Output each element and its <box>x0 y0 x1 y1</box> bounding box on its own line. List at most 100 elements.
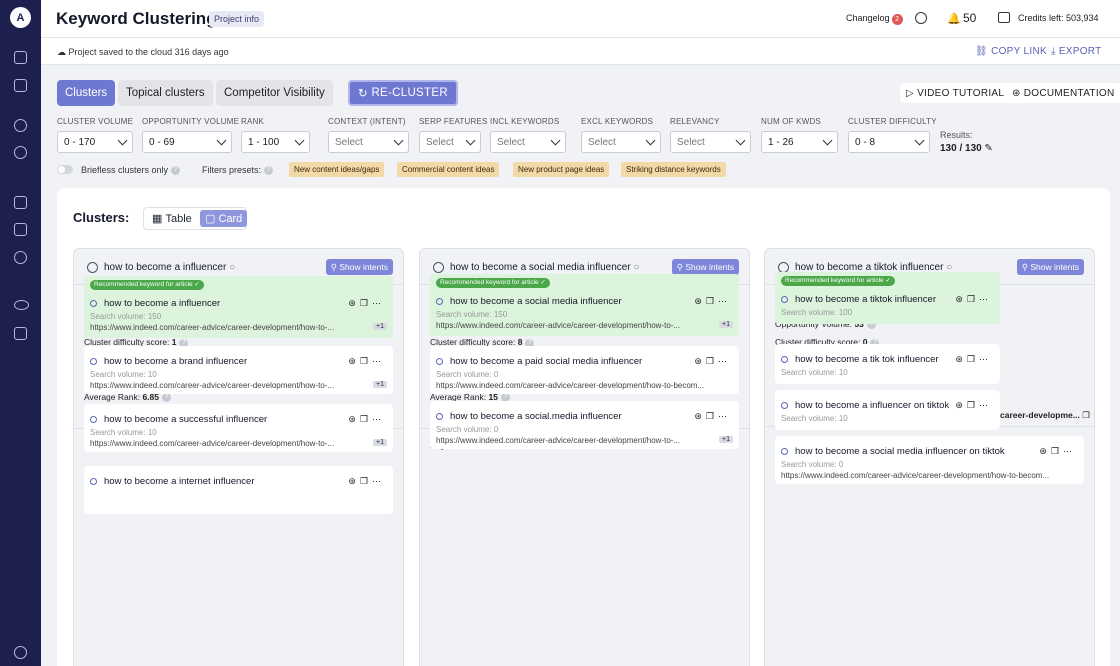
preset-product-page[interactable]: New product page ideas <box>513 162 610 177</box>
keyword-title[interactable]: how to become a social.media influencer <box>450 411 622 422</box>
show-intents-button[interactable]: ⚲ Show intents <box>671 259 739 275</box>
bell-icon[interactable]: 🔔 <box>947 12 961 25</box>
keyword-url[interactable]: https://www.indeed.com/career-advice/car… <box>90 439 334 448</box>
keyword-card[interactable]: how to become a tik tok influencer ⊛❐⋯ S… <box>775 344 1000 384</box>
filter-select[interactable]: Select <box>328 131 409 153</box>
preset-striking-distance[interactable]: Striking distance keywords <box>621 162 726 177</box>
view-card-button[interactable]: ▢ Card <box>200 210 248 227</box>
cluster-title[interactable]: how to become a influencer ○ <box>104 262 235 273</box>
keyword-url[interactable]: https://www.indeed.com/career-advice/car… <box>436 381 704 390</box>
tab-topical-clusters[interactable]: Topical clusters <box>118 80 213 106</box>
home-icon[interactable] <box>14 51 27 64</box>
more-urls-badge[interactable]: +1 <box>719 436 733 443</box>
keyword-url[interactable]: https://www.indeed.com/career-advice/car… <box>781 471 1049 480</box>
more-urls-badge[interactable]: +1 <box>373 381 387 388</box>
more-urls-badge[interactable]: +1 <box>373 439 387 446</box>
link-icon[interactable] <box>14 300 29 310</box>
more-urls-badge[interactable]: +1 <box>719 321 733 328</box>
theme-icon[interactable] <box>14 646 27 659</box>
keyword-card[interactable]: how to become a successful influencer ⊛❐… <box>84 404 393 452</box>
filter-select[interactable]: 1 - 100 <box>241 131 310 153</box>
keyword-card[interactable]: how to become a influencer on tiktok ⊛❐⋯… <box>775 390 1000 430</box>
keyword-url[interactable]: https://www.indeed.com/career-advice/car… <box>436 436 680 445</box>
search-volume-label: Search volume: <box>90 428 146 437</box>
view-table-button[interactable]: ▦ Table <box>147 210 197 227</box>
keyword-title[interactable]: how to become a successful influencer <box>104 414 267 425</box>
keyword-card[interactable]: how to become a social media influencer … <box>775 436 1084 484</box>
keyword-card[interactable]: how to become a internet influencer ⊛❐⋯ <box>84 466 393 514</box>
compass-icon[interactable] <box>14 119 27 132</box>
keyword-card[interactable]: Recommended keyword for article ✓ how to… <box>84 276 393 338</box>
keyword-actions[interactable]: ⊛❐⋯ <box>1039 446 1076 457</box>
briefless-toggle[interactable] <box>57 165 73 174</box>
filter-select[interactable]: Select <box>490 131 566 153</box>
filter-select[interactable]: 0 - 170 <box>57 131 133 153</box>
keyword-card[interactable]: Recommended keyword for article ✓ how to… <box>775 272 1000 324</box>
recluster-button[interactable]: ↻ RE-CLUSTER <box>348 80 458 106</box>
tab-clusters[interactable]: Clusters <box>57 80 116 106</box>
keyword-title[interactable]: how to become a tiktok influencer <box>795 294 936 305</box>
keyword-card[interactable]: how to become a social.media influencer … <box>430 401 739 449</box>
keyword-title[interactable]: how to become a social media influencer … <box>795 446 1005 457</box>
keyword-actions[interactable]: ⊛❐⋯ <box>955 294 992 305</box>
search-icon <box>436 298 443 305</box>
keyword-title[interactable]: how to become a brand influencer <box>104 356 247 367</box>
keyword-url[interactable]: https://www.indeed.com/career-advice/car… <box>436 321 680 330</box>
filter-select[interactable]: 0 - 8 <box>848 131 930 153</box>
keyword-card[interactable]: Recommended keyword for article ✓ how to… <box>430 274 739 336</box>
keyword-url[interactable]: https://www.indeed.com/career-advice/car… <box>90 323 334 332</box>
keyword-title[interactable]: how to become a influencer <box>104 298 220 309</box>
keyword-actions[interactable]: ⊛❐⋯ <box>694 296 731 307</box>
filter-select[interactable]: Select <box>581 131 661 153</box>
cluster-card[interactable]: how to become a influencer ○ ⚲ Show inte… <box>73 248 404 666</box>
cluster-title[interactable]: how to become a social media influencer … <box>450 262 639 273</box>
app-logo[interactable]: A <box>10 7 31 28</box>
preset-new-content[interactable]: New content ideas/gaps <box>289 162 385 177</box>
keyword-actions[interactable]: ⊛❐⋯ <box>694 356 731 367</box>
document-icon[interactable] <box>14 79 27 92</box>
keyword-card[interactable]: how to become a brand influencer ⊛❐⋯ Sea… <box>84 346 393 394</box>
cluster-card[interactable]: how to become a tiktok influencer ○ ⚲ Sh… <box>764 248 1095 666</box>
pencil-icon[interactable]: ✎ <box>985 143 993 154</box>
keyword-actions[interactable]: ⊛❐⋯ <box>348 356 385 367</box>
tab-competitor-visibility[interactable]: Competitor Visibility <box>216 80 333 106</box>
search-icon[interactable]: ○ <box>633 262 639 273</box>
keyword-title[interactable]: how to become a paid social media influe… <box>450 356 642 367</box>
keyword-actions[interactable]: ⊛❐⋯ <box>955 354 992 365</box>
user-icon[interactable] <box>915 12 927 24</box>
cluster-card[interactable]: how to become a social media influencer … <box>419 248 750 666</box>
edit-icon[interactable] <box>14 223 27 236</box>
documentation-button[interactable]: ⊛ DOCUMENTATION <box>1006 83 1120 103</box>
settings-icon[interactable] <box>14 146 27 159</box>
keyword-card[interactable]: how to become a paid social media influe… <box>430 346 739 394</box>
filter-label: RANK <box>241 117 265 126</box>
copy-icon[interactable]: ❐ <box>1082 410 1090 420</box>
keyword-actions[interactable]: ⊛❐⋯ <box>348 476 385 487</box>
more-urls-badge[interactable]: +1 <box>373 323 387 330</box>
keyword-actions[interactable]: ⊛❐⋯ <box>348 298 385 309</box>
keyword-title[interactable]: how to become a social media influencer <box>450 296 622 307</box>
filter-select[interactable]: 1 - 26 <box>761 131 838 153</box>
filter-select[interactable]: Select <box>419 131 481 153</box>
wand-icon[interactable] <box>14 251 27 264</box>
project-info-button[interactable]: Project info <box>209 11 265 27</box>
video-tutorial-button[interactable]: ▷ VIDEO TUTORIAL <box>900 83 1011 103</box>
preset-commercial[interactable]: Commercial content ideas <box>397 162 500 177</box>
search-icon[interactable]: ○ <box>229 262 235 273</box>
show-intents-button[interactable]: ⚲ Show intents <box>1016 259 1084 275</box>
keyword-title[interactable]: how to become a influencer on tiktok <box>795 400 949 411</box>
keyword-url[interactable]: https://www.indeed.com/career-advice/car… <box>90 381 334 390</box>
filter-select[interactable]: Select <box>670 131 751 153</box>
keyword-title[interactable]: how to become a internet influencer <box>104 476 255 487</box>
show-intents-button[interactable]: ⚲ Show intents <box>325 259 393 275</box>
message-icon[interactable] <box>14 327 27 340</box>
filter-select[interactable]: 0 - 69 <box>142 131 232 153</box>
copy-link-button[interactable]: ⛓ COPY LINK <box>975 46 1047 57</box>
keyword-actions[interactable]: ⊛❐⋯ <box>955 400 992 411</box>
keyword-actions[interactable]: ⊛❐⋯ <box>348 414 385 425</box>
chat-icon[interactable] <box>14 196 27 209</box>
keyword-title[interactable]: how to become a tik tok influencer <box>795 354 939 365</box>
export-button[interactable]: ⤓ EXPORT <box>1051 46 1102 57</box>
keyword-actions[interactable]: ⊛❐⋯ <box>694 411 731 422</box>
changelog-link[interactable]: Changelog 2 <box>846 13 903 25</box>
